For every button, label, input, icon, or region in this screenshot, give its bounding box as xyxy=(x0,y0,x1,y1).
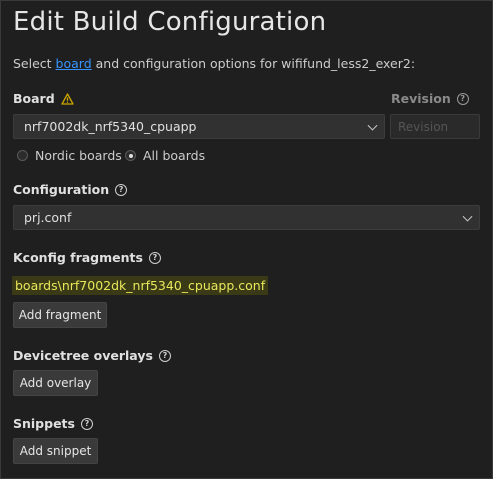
radio-all-boards[interactable]: All boards xyxy=(125,148,205,163)
help-icon[interactable]: ? xyxy=(115,183,128,196)
revision-placeholder: Revision xyxy=(398,119,449,134)
add-fragment-button[interactable]: Add fragment xyxy=(13,302,107,328)
board-link[interactable]: board xyxy=(56,56,92,71)
chevron-down-icon xyxy=(462,211,473,222)
configuration-label: Configuration ? xyxy=(13,182,128,197)
kconfig-label: Kconfig fragments ? xyxy=(13,250,161,265)
revision-label-text: Revision xyxy=(391,91,451,106)
configuration-label-text: Configuration xyxy=(13,182,110,197)
add-snippet-button[interactable]: Add snippet xyxy=(13,438,98,464)
subtitle-suffix: and configuration options for wififund_l… xyxy=(91,56,416,71)
add-overlay-button[interactable]: Add overlay xyxy=(13,370,98,396)
page-title: Edit Build Configuration xyxy=(13,7,327,37)
help-icon[interactable]: ? xyxy=(80,417,93,430)
help-icon[interactable]: ? xyxy=(158,349,171,362)
devicetree-label-text: Devicetree overlays xyxy=(13,348,153,363)
board-label: Board xyxy=(13,91,74,106)
devicetree-label: Devicetree overlays ? xyxy=(13,348,171,363)
board-select-value: nrf7002dk_nrf5340_cpuapp xyxy=(24,119,197,134)
snippets-label-text: Snippets xyxy=(13,416,75,431)
radio-nordic-label: Nordic boards xyxy=(35,148,122,163)
board-select[interactable]: nrf7002dk_nrf5340_cpuapp xyxy=(13,114,385,139)
radio-nordic-boards[interactable]: Nordic boards xyxy=(17,148,122,163)
help-icon[interactable]: ? xyxy=(148,251,161,264)
revision-input[interactable]: Revision xyxy=(390,114,480,139)
subtitle-prefix: Select xyxy=(13,56,56,71)
board-label-text: Board xyxy=(13,91,55,106)
page-subtitle: Select board and configuration options f… xyxy=(13,56,415,71)
warning-triangle-icon xyxy=(61,92,74,105)
radio-all-label: All boards xyxy=(143,148,206,163)
chevron-down-icon xyxy=(367,120,378,131)
radio-circle-selected xyxy=(125,150,136,161)
configuration-select-value: prj.conf xyxy=(24,210,72,225)
revision-label: Revision ? xyxy=(391,91,469,106)
snippets-label: Snippets ? xyxy=(13,416,93,431)
kconfig-label-text: Kconfig fragments xyxy=(13,250,143,265)
kconfig-fragment-item[interactable]: boards\nrf7002dk_nrf5340_cpuapp.conf xyxy=(12,276,269,295)
help-icon[interactable]: ? xyxy=(456,92,469,105)
configuration-select[interactable]: prj.conf xyxy=(13,205,480,230)
radio-circle xyxy=(17,150,28,161)
